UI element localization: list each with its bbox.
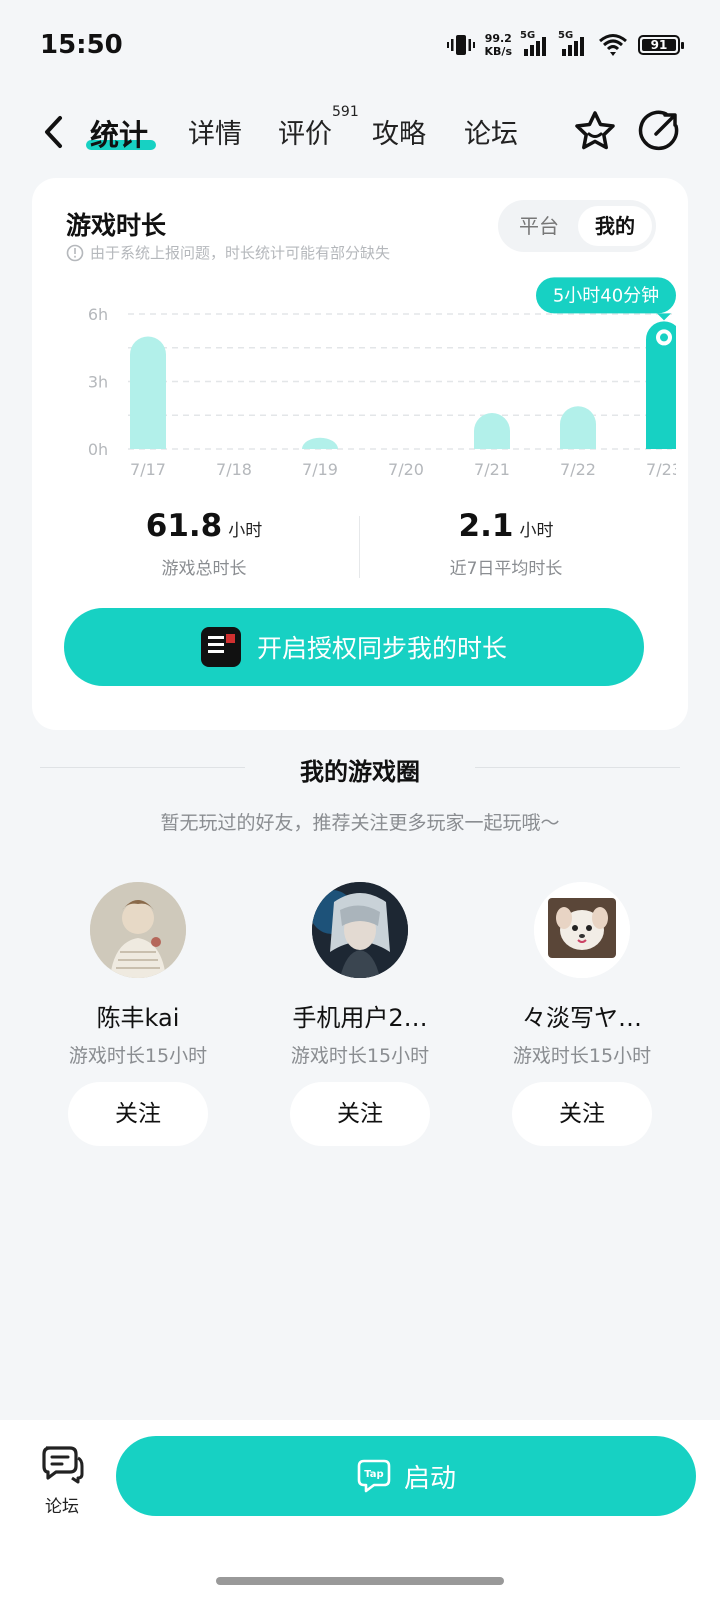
favorite-button[interactable] xyxy=(572,108,618,154)
chart-bar xyxy=(560,406,596,449)
friend-card: 陈丰kai 游戏时长15小时 关注 xyxy=(38,882,238,1146)
wifi-icon xyxy=(599,34,627,56)
tab-details[interactable]: 详情 xyxy=(188,112,242,151)
x-tick-label: 7/17 xyxy=(130,460,166,479)
game-circle-subtitle: 暂无玩过的好友，推荐关注更多玩家一起玩哦～ xyxy=(160,812,560,834)
total-playtime: 61.8 小时 游戏总时长 xyxy=(64,508,344,579)
friend-playtime: 游戏时长15小时 xyxy=(68,1045,208,1067)
top-nav: 统计 详情 评价 591 攻略 论坛 xyxy=(0,100,720,164)
bottom-bar: 论坛 Tap 启动 xyxy=(0,1420,720,1600)
avg-playtime-value: 2.1 xyxy=(458,508,514,544)
playtime-card: 游戏时长 由于系统上报问题，时长统计可能有部分缺失 平台 我的 0h 3h 6h 7/… xyxy=(32,178,688,730)
avatar-image xyxy=(312,882,408,978)
forum-label: 论坛 xyxy=(45,1497,79,1517)
avatar[interactable] xyxy=(90,882,186,978)
avatar-image xyxy=(90,882,186,978)
total-playtime-value: 61.8 xyxy=(145,508,223,544)
chart-bar-marker-dot xyxy=(660,333,668,342)
game-circle-header: 我的游戏圈 xyxy=(40,750,680,790)
back-icon xyxy=(45,116,62,148)
avatar[interactable] xyxy=(534,882,630,978)
x-tick-label: 7/19 xyxy=(302,460,338,479)
avatar[interactable] xyxy=(312,882,408,978)
status-time: 15:50 xyxy=(40,30,123,60)
x-tick-label: 7/20 xyxy=(388,460,424,479)
chart-tooltip-pointer xyxy=(657,313,671,321)
avatar-image xyxy=(534,882,630,978)
x-tick-label: 7/23 xyxy=(646,460,676,479)
signal-icon: 5G xyxy=(558,30,588,56)
avg-playtime: 2.1 小时 近7日平均时长 xyxy=(366,508,646,579)
friend-playtime: 游戏时长15小时 xyxy=(290,1045,430,1067)
card-title: 游戏时长 xyxy=(66,211,167,240)
signal-icon: 5G xyxy=(520,30,550,56)
y-tick-label: 6h xyxy=(88,305,108,324)
chart-bar xyxy=(474,413,510,449)
total-playtime-unit: 小时 xyxy=(228,521,263,541)
share-icon xyxy=(638,110,679,151)
game-app-icon xyxy=(200,627,241,667)
tap-icon: Tap xyxy=(357,1459,391,1493)
launch-button[interactable]: Tap 启动 xyxy=(116,1436,696,1516)
battery-level: 91 xyxy=(650,38,668,52)
sync-button-label: 开启授权同步我的时长 xyxy=(256,634,507,663)
toggle-mine[interactable]: 我的 xyxy=(578,206,652,246)
friend-name: 陈丰kai xyxy=(96,1004,180,1032)
notice-text: 由于系统上报问题，时长统计可能有部分缺失 xyxy=(90,244,391,262)
avg-playtime-unit: 小时 xyxy=(519,521,554,541)
share-button[interactable] xyxy=(636,108,682,154)
toggle-platform[interactable]: 平台 xyxy=(502,206,576,246)
battery-icon: 91 xyxy=(638,35,684,55)
x-tick-label: 7/22 xyxy=(560,460,596,479)
tab-stats[interactable]: 统计 xyxy=(90,112,148,154)
tab-reviews[interactable]: 评价 xyxy=(278,112,332,151)
stats-divider xyxy=(359,516,360,578)
divider-right xyxy=(475,767,680,768)
sync-playtime-button[interactable]: 开启授权同步我的时长 xyxy=(64,608,644,686)
chart-bar xyxy=(130,336,166,449)
chart-tooltip-text: 5小时40分钟 xyxy=(553,285,659,306)
friend-name: 手机用户2… xyxy=(292,1004,428,1032)
tab-forum[interactable]: 论坛 xyxy=(464,112,518,151)
follow-button[interactable]: 关注 xyxy=(512,1082,652,1146)
friend-card: 手机用户2… 游戏时长15小时 关注 xyxy=(260,882,460,1146)
net-speed: 99.2 KB/s xyxy=(485,32,512,58)
home-indicator[interactable] xyxy=(216,1577,504,1585)
sim1-label: 5G xyxy=(520,30,536,41)
y-tick-label: 0h xyxy=(88,440,108,459)
friend-name: 々淡写ヤ… xyxy=(522,1004,642,1032)
status-bar: 15:50 99.2 KB/s 5G 5G 91 xyxy=(0,0,720,92)
net-speed-value: 99.2 xyxy=(484,32,512,45)
follow-button[interactable]: 关注 xyxy=(68,1082,208,1146)
forum-icon xyxy=(42,1446,84,1484)
playtime-bar-chart: 0h 3h 6h 7/17 7/18 7/19 7/20 7/21 7/22 5小时40分钟 7/2… xyxy=(88,277,682,479)
vibrate-icon xyxy=(446,35,475,55)
x-tick-label: 7/18 xyxy=(216,460,252,479)
game-circle-title: 我的游戏圈 xyxy=(300,758,420,786)
info-icon xyxy=(66,244,84,261)
sim2-label: 5G xyxy=(558,30,574,41)
net-speed-unit: KB/s xyxy=(484,45,512,58)
tab-guides[interactable]: 攻略 xyxy=(372,112,426,151)
card-notice: 由于系统上报问题，时长统计可能有部分缺失 xyxy=(66,242,390,263)
friend-playtime: 游戏时长15小时 xyxy=(512,1045,652,1067)
x-tick-label: 7/21 xyxy=(474,460,510,479)
total-playtime-label: 游戏总时长 xyxy=(161,559,247,579)
avg-playtime-label: 近7日平均时长 xyxy=(449,559,563,579)
star-icon xyxy=(575,111,615,150)
status-icons: 99.2 KB/s 5G 5G 91 xyxy=(446,30,684,58)
forum-link[interactable]: 论坛 xyxy=(36,1444,88,1517)
chart-bar xyxy=(302,437,338,449)
back-button[interactable] xyxy=(36,112,72,152)
launch-label: 启动 xyxy=(403,1463,456,1494)
data-source-toggle: 平台 我的 xyxy=(498,200,656,252)
follow-button[interactable]: 关注 xyxy=(290,1082,430,1146)
friend-card: 々淡写ヤ… 游戏时长15小时 关注 xyxy=(482,882,682,1146)
svg-text:Tap: Tap xyxy=(364,1469,383,1480)
reviews-count-badge: 591 xyxy=(332,104,359,120)
y-tick-label: 3h xyxy=(88,373,108,392)
playtime-chart: 0h 3h 6h 7/17 7/18 7/19 7/20 7/21 7/22 5小时40分钟 7/2… xyxy=(56,274,682,488)
